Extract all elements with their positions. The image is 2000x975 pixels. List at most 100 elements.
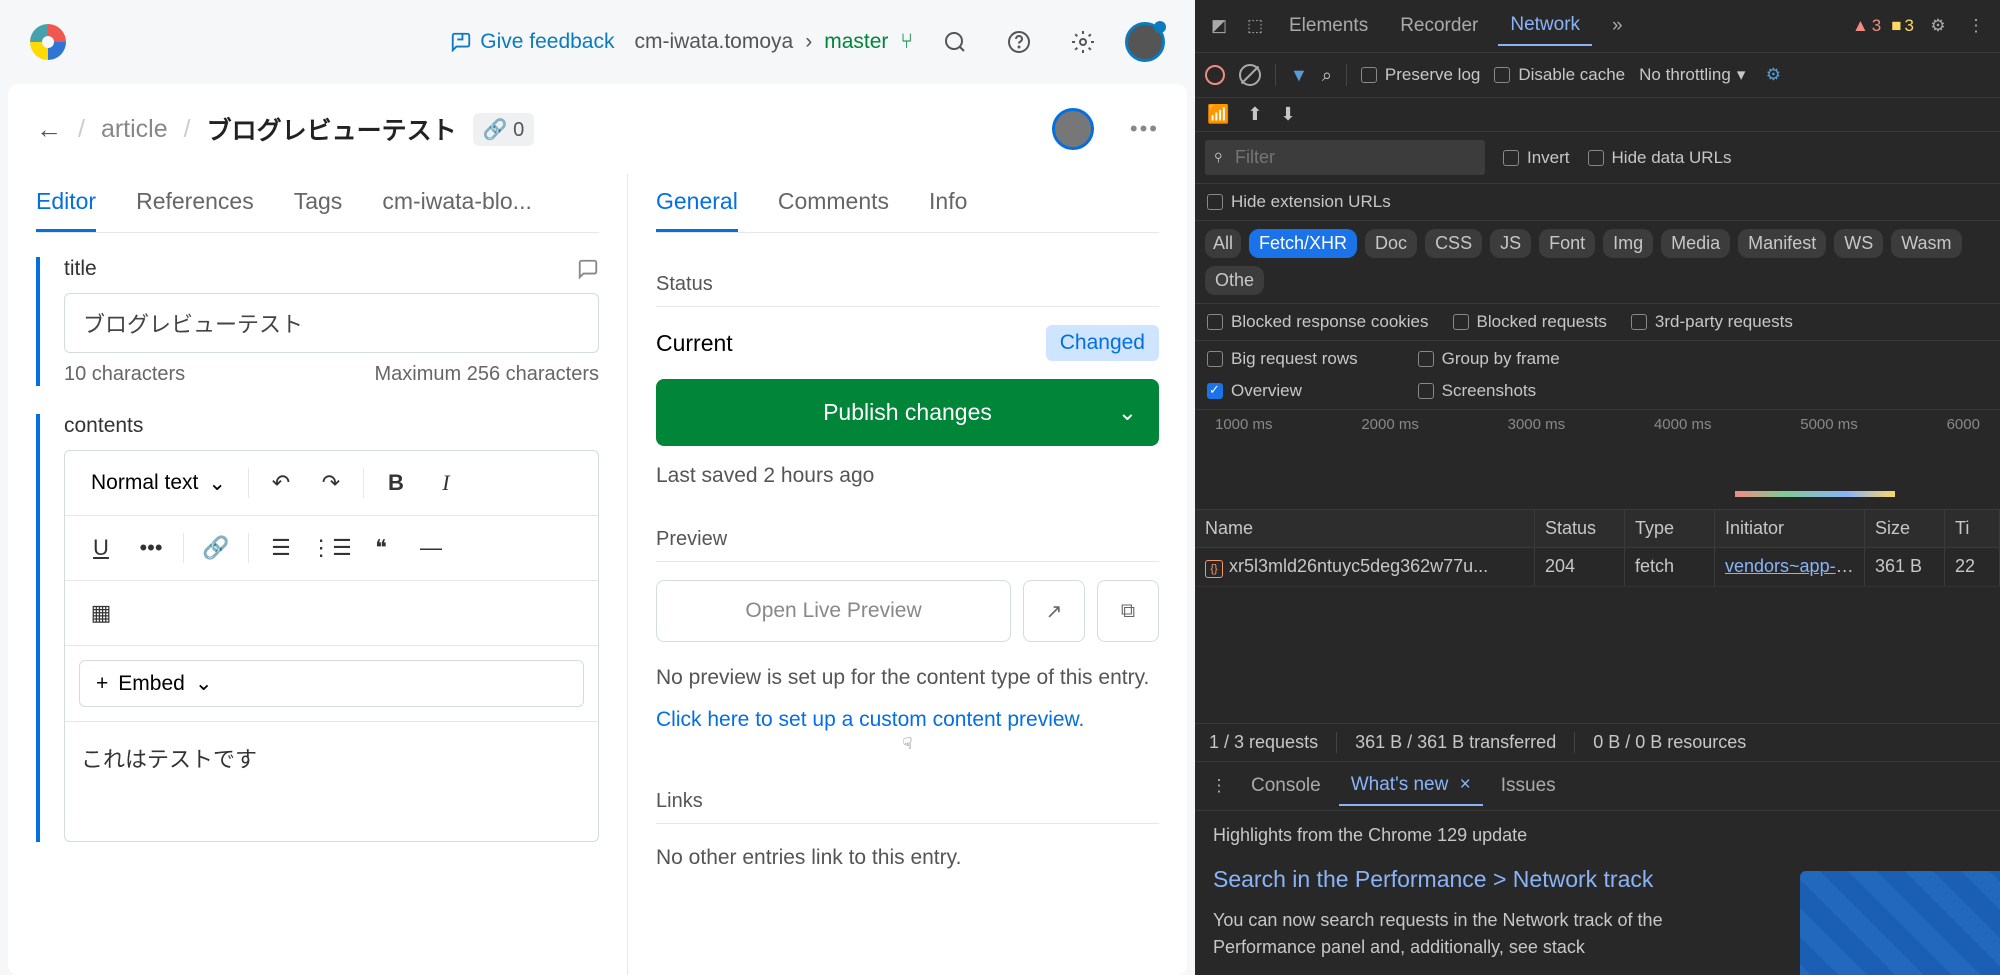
user-avatar[interactable] bbox=[1125, 22, 1165, 62]
open-preview-button[interactable]: Open Live Preview bbox=[656, 580, 1011, 642]
underline-button[interactable]: U bbox=[79, 526, 123, 570]
chip-manifest[interactable]: Manifest bbox=[1738, 229, 1826, 258]
format-select[interactable]: Normal text ⌄ bbox=[79, 463, 238, 504]
ol-button[interactable]: ⋮☰ bbox=[309, 526, 353, 570]
undo-button[interactable]: ↶ bbox=[259, 461, 303, 505]
throttle-select[interactable]: No throttling▾ bbox=[1639, 65, 1745, 85]
group-frame-check[interactable]: Group by frame bbox=[1418, 349, 1560, 369]
drawer-tab-console[interactable]: Console bbox=[1239, 767, 1333, 805]
download-icon[interactable]: ⬇ bbox=[1281, 104, 1296, 125]
more-format-button[interactable]: ••• bbox=[129, 526, 173, 570]
upload-icon[interactable]: ⬆ bbox=[1247, 104, 1262, 125]
hr-button[interactable]: — bbox=[409, 526, 453, 570]
comment-icon[interactable] bbox=[577, 258, 599, 280]
chip-js[interactable]: JS bbox=[1490, 229, 1531, 258]
title-input[interactable] bbox=[64, 293, 599, 353]
link-button[interactable]: 🔗 bbox=[194, 526, 238, 570]
editor-avatar[interactable] bbox=[1052, 108, 1094, 150]
blocked-cookies-check[interactable]: Blocked response cookies bbox=[1207, 312, 1429, 332]
search-icon[interactable]: ⌕ bbox=[1322, 65, 1332, 86]
kebab-icon[interactable]: ⋮ bbox=[1962, 12, 1990, 40]
give-feedback-link[interactable]: Give feedback bbox=[450, 30, 614, 54]
tab-general[interactable]: General bbox=[656, 174, 738, 232]
initiator-link[interactable]: vendors~app-f6: bbox=[1725, 556, 1856, 576]
redo-button[interactable]: ↷ bbox=[309, 461, 353, 505]
tab-tags[interactable]: Tags bbox=[294, 174, 343, 232]
third-party-check[interactable]: 3rd-party requests bbox=[1631, 312, 1793, 332]
tab-editor[interactable]: Editor bbox=[36, 174, 96, 232]
col-initiator[interactable]: Initiator bbox=[1715, 510, 1865, 547]
request-row[interactable]: {}xr5l3mld26ntuyc5deg362w77u... 204 fetc… bbox=[1195, 548, 2000, 587]
tab-recorder[interactable]: Recorder bbox=[1388, 7, 1490, 45]
quote-button[interactable]: ❝ bbox=[359, 526, 403, 570]
copy-button[interactable]: ⧉ bbox=[1097, 580, 1159, 642]
table-button[interactable]: ▦ bbox=[79, 591, 123, 635]
error-badge[interactable]: ▲3 bbox=[1852, 16, 1881, 36]
project-path[interactable]: cm-iwata.tomoya › master ⑂ bbox=[634, 30, 913, 54]
disable-cache-check[interactable]: Disable cache bbox=[1494, 65, 1625, 85]
wifi-icon[interactable]: 📶 bbox=[1207, 104, 1229, 125]
filter-icon[interactable]: ▼ bbox=[1290, 65, 1308, 86]
publish-button[interactable]: Publish changes ⌄ bbox=[656, 379, 1159, 446]
hide-ext-urls-check[interactable]: Hide extension URLs bbox=[1207, 192, 1391, 212]
chip-all[interactable]: All bbox=[1205, 229, 1241, 258]
drawer-tab-whatsnew[interactable]: What's new × bbox=[1339, 766, 1483, 806]
setup-preview-link[interactable]: Click here to set up a custom content pr… bbox=[656, 708, 1159, 732]
close-icon[interactable]: × bbox=[1460, 774, 1471, 795]
ul-button[interactable]: ☰ bbox=[259, 526, 303, 570]
tab-references[interactable]: References bbox=[136, 174, 254, 232]
embed-button[interactable]: + Embed ⌄ bbox=[79, 660, 584, 707]
drawer-kebab-icon[interactable]: ⋮ bbox=[1205, 772, 1233, 800]
breadcrumb-type[interactable]: article bbox=[101, 115, 168, 144]
record-button[interactable] bbox=[1205, 65, 1225, 85]
big-rows-check[interactable]: Big request rows bbox=[1207, 349, 1358, 369]
help-button[interactable] bbox=[997, 20, 1041, 64]
screenshots-check[interactable]: Screenshots bbox=[1418, 381, 1560, 401]
chip-fetch[interactable]: Fetch/XHR bbox=[1249, 229, 1357, 258]
timeline[interactable]: 1000 ms 2000 ms 3000 ms 4000 ms 5000 ms … bbox=[1195, 410, 2000, 510]
invert-check[interactable]: Invert bbox=[1503, 148, 1570, 168]
preserve-log-check[interactable]: Preserve log bbox=[1361, 65, 1480, 85]
chip-ws[interactable]: WS bbox=[1834, 229, 1883, 258]
network-settings-icon[interactable]: ⚙ bbox=[1759, 61, 1787, 89]
tab-comments[interactable]: Comments bbox=[778, 174, 889, 232]
col-time[interactable]: Ti bbox=[1945, 510, 2000, 547]
chip-css[interactable]: CSS bbox=[1425, 229, 1482, 258]
hide-data-urls-check[interactable]: Hide data URLs bbox=[1588, 148, 1732, 168]
chip-other[interactable]: Othe bbox=[1205, 266, 1264, 295]
link-count-badge[interactable]: 🔗 0 bbox=[473, 113, 535, 146]
tab-network[interactable]: Network bbox=[1498, 6, 1592, 46]
filter-input[interactable] bbox=[1205, 140, 1485, 175]
tab-info[interactable]: Info bbox=[929, 174, 967, 232]
tab-elements[interactable]: Elements bbox=[1277, 7, 1380, 45]
device-icon[interactable]: ⬚ bbox=[1241, 12, 1269, 40]
col-name[interactable]: Name bbox=[1195, 510, 1535, 547]
warning-badge[interactable]: ■3 bbox=[1891, 16, 1914, 36]
more-actions-button[interactable]: ••• bbox=[1130, 116, 1159, 142]
col-type[interactable]: Type bbox=[1625, 510, 1715, 547]
search-button[interactable] bbox=[933, 20, 977, 64]
settings-button[interactable] bbox=[1061, 20, 1105, 64]
blocked-requests-check[interactable]: Blocked requests bbox=[1453, 312, 1607, 332]
italic-button[interactable]: I bbox=[424, 461, 468, 505]
chip-media[interactable]: Media bbox=[1661, 229, 1730, 258]
overview-check[interactable]: Overview bbox=[1207, 381, 1358, 401]
inspect-icon[interactable]: ◩ bbox=[1205, 12, 1233, 40]
clear-button[interactable] bbox=[1239, 64, 1261, 86]
tab-more[interactable]: » bbox=[1600, 7, 1635, 45]
back-button[interactable]: ← bbox=[36, 114, 62, 145]
chip-wasm[interactable]: Wasm bbox=[1891, 229, 1961, 258]
rte-content-area[interactable]: これはテストです bbox=[65, 721, 598, 841]
sidebar-tabs: General Comments Info bbox=[656, 174, 1159, 233]
chip-font[interactable]: Font bbox=[1539, 229, 1595, 258]
contentful-logo[interactable] bbox=[30, 24, 66, 60]
chip-doc[interactable]: Doc bbox=[1365, 229, 1417, 258]
open-external-button[interactable]: ↗ bbox=[1023, 580, 1085, 642]
col-status[interactable]: Status bbox=[1535, 510, 1625, 547]
tab-custom[interactable]: cm-iwata-blo... bbox=[382, 174, 532, 232]
col-size[interactable]: Size bbox=[1865, 510, 1945, 547]
gear-icon[interactable]: ⚙ bbox=[1924, 12, 1952, 40]
drawer-tab-issues[interactable]: Issues bbox=[1489, 767, 1568, 805]
bold-button[interactable]: B bbox=[374, 461, 418, 505]
chip-img[interactable]: Img bbox=[1603, 229, 1653, 258]
